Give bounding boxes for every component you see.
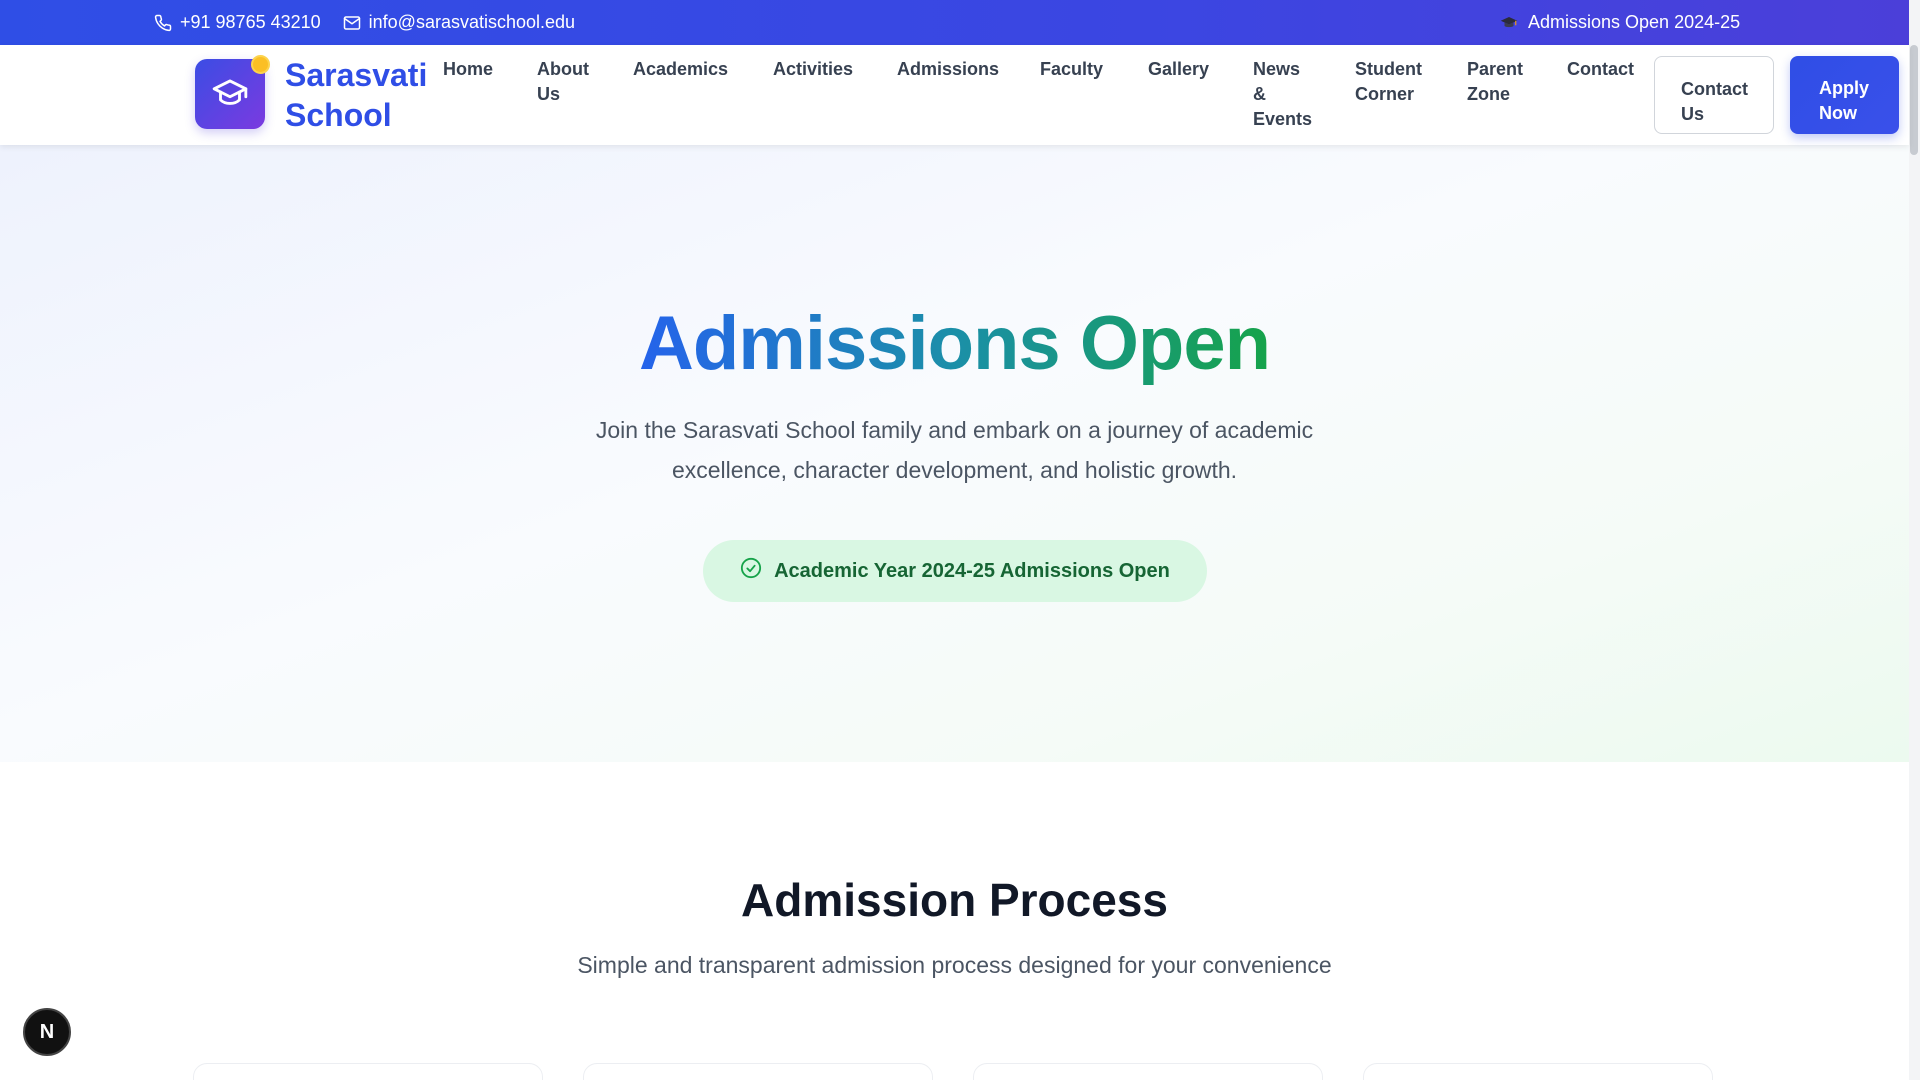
apply-now-label: Apply Now <box>1819 78 1870 123</box>
mail-icon <box>343 14 361 32</box>
graduation-cap-icon <box>211 73 249 116</box>
process-step-card <box>973 1063 1323 1080</box>
process-step-card <box>1363 1063 1713 1080</box>
phone-number: +91 98765 43210 <box>180 12 321 32</box>
logo-badge-dot <box>251 55 270 74</box>
phone-contact[interactable]: +91 98765 43210 <box>154 12 321 33</box>
graduation-cap-icon <box>1500 14 1518 32</box>
nav-parent-zone[interactable]: Parent Zone <box>1467 57 1533 107</box>
email-address: info@sarasvatischool.edu <box>368 12 576 32</box>
admissions-status-badge: Academic Year 2024-25 Admissions Open <box>703 540 1207 602</box>
brand-line-2: School <box>285 97 392 133</box>
brand-line-1: Sarasvati <box>285 57 428 93</box>
floating-action-button[interactable]: N <box>23 1008 71 1056</box>
nav-contact[interactable]: Contact <box>1567 57 1634 82</box>
hero-title: Admissions Open <box>0 300 1909 387</box>
main-header: Sarasvati School Home About Us Academics… <box>0 45 1909 145</box>
nav-admissions[interactable]: Admissions <box>897 57 999 82</box>
contact-info: +91 98765 43210 info@sarasvatischool.edu <box>154 12 575 33</box>
process-step-card <box>193 1063 543 1080</box>
phone-icon <box>154 14 172 32</box>
nav-about-us[interactable]: About Us <box>537 57 597 107</box>
process-step-card <box>583 1063 933 1080</box>
admission-process-subtitle: Simple and transparent admission process… <box>577 952 1332 978</box>
nav-gallery[interactable]: Gallery <box>1148 57 1209 82</box>
announcement-text: Admissions Open 2024-25 <box>1528 12 1741 32</box>
contact-us-button[interactable]: Contact Us <box>1654 56 1774 134</box>
contact-us-label: Contact Us <box>1681 79 1748 124</box>
top-contact-bar: +91 98765 43210 info@sarasvatischool.edu… <box>0 0 1909 45</box>
floating-button-label: N <box>39 1020 55 1043</box>
hero-title-text: Admissions Open <box>638 301 1271 386</box>
nav-news-events[interactable]: News & Events <box>1253 57 1315 132</box>
school-name[interactable]: Sarasvati School <box>285 55 427 135</box>
nav-activities[interactable]: Activities <box>773 57 853 82</box>
nav-student-corner[interactable]: Student Corner <box>1355 57 1435 107</box>
hero-section: Admissions Open Join the Sarasvati Schoo… <box>0 145 1909 762</box>
scrollbar-thumb[interactable] <box>1910 45 1918 155</box>
check-circle-icon <box>740 557 762 585</box>
badge-text: Academic Year 2024-25 Admissions Open <box>774 559 1170 582</box>
admission-process-title: Admission Process <box>741 874 1168 926</box>
nav-home[interactable]: Home <box>443 57 493 82</box>
email-contact[interactable]: info@sarasvatischool.edu <box>343 12 575 33</box>
announcement: Admissions Open 2024-25 <box>1500 12 1740 33</box>
nav-faculty[interactable]: Faculty <box>1040 57 1103 82</box>
page-scrollbar[interactable] <box>1909 0 1920 1080</box>
hero-subtitle: Join the Sarasvati School family and emb… <box>595 417 1314 483</box>
nav-academics[interactable]: Academics <box>633 57 728 82</box>
apply-now-button[interactable]: Apply Now <box>1790 56 1899 134</box>
